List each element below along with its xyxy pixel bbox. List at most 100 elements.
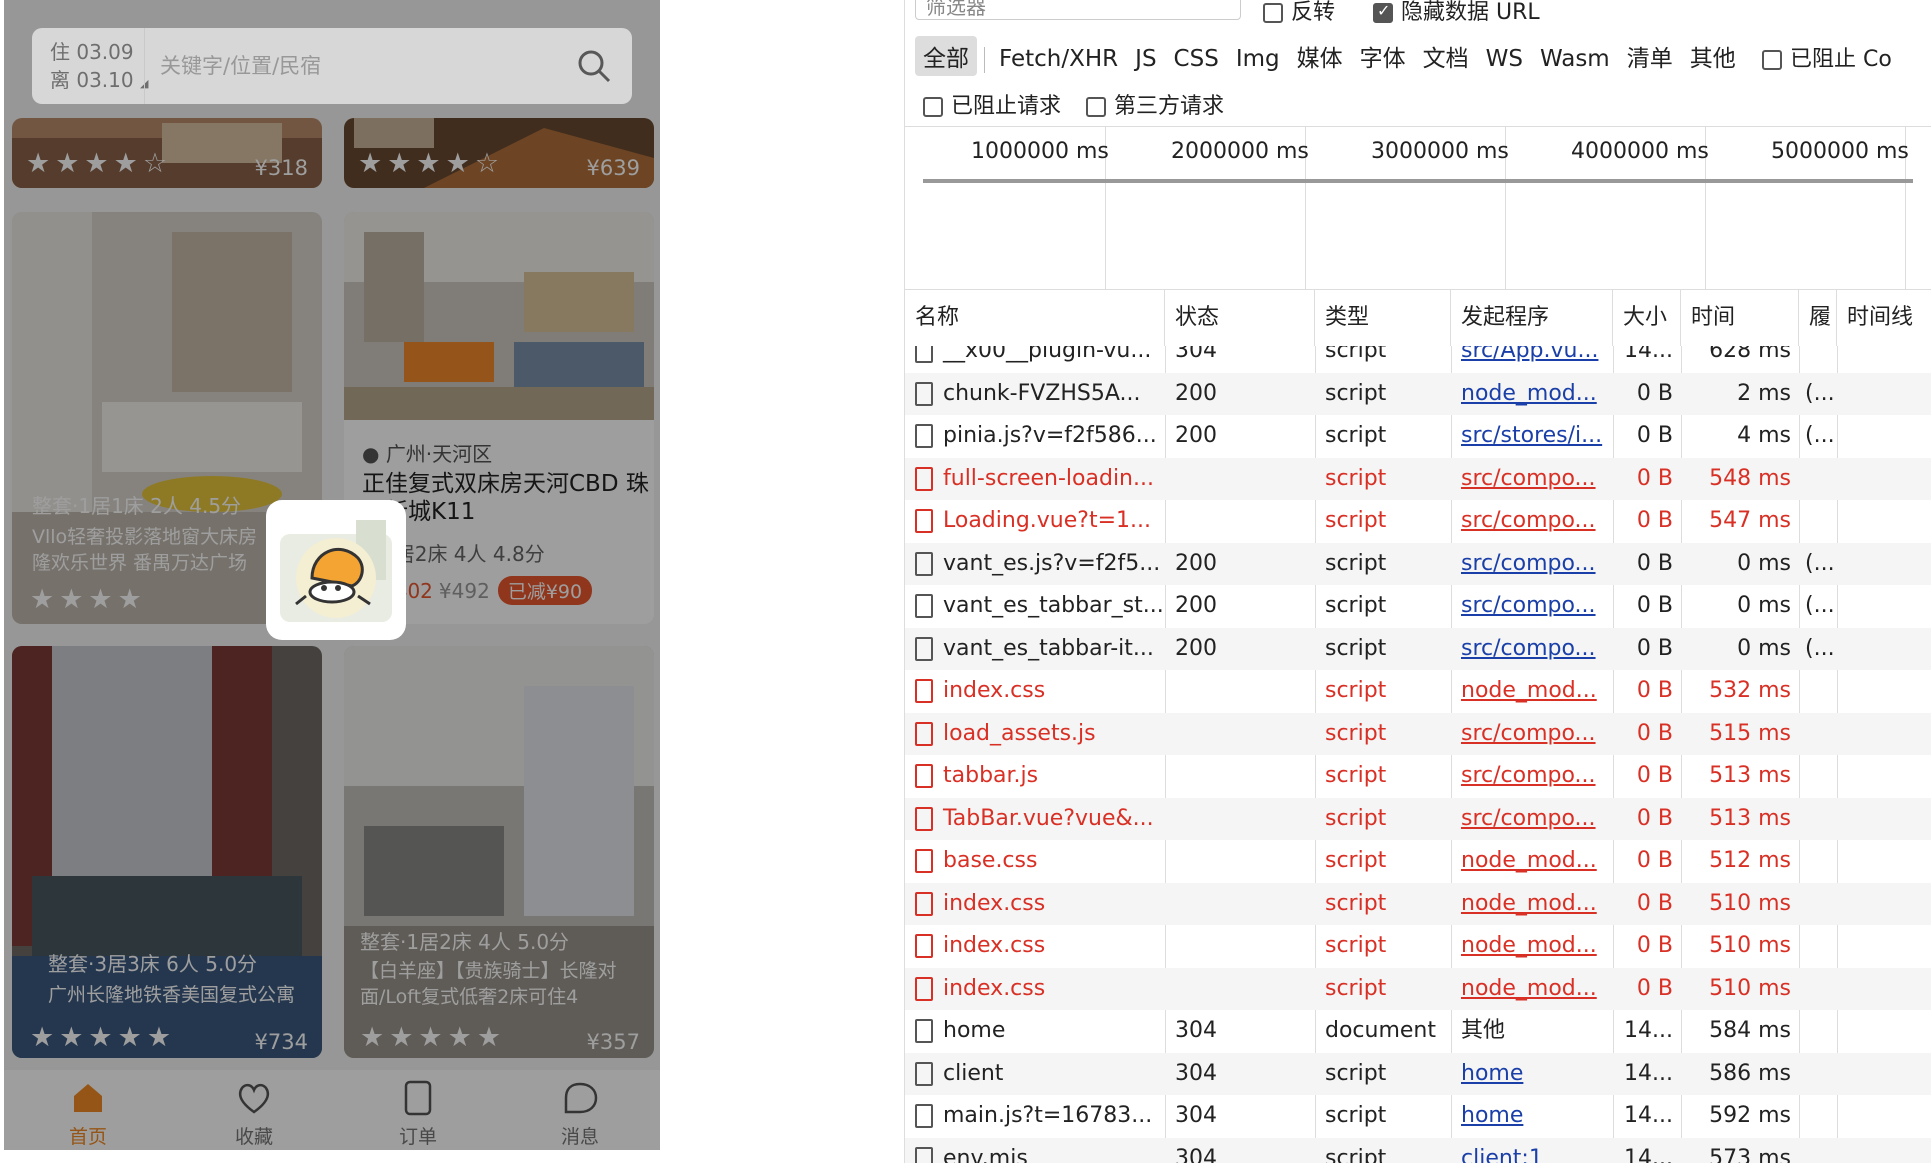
request-fulfilled — [1799, 840, 1837, 882]
col-time[interactable]: 时间 — [1681, 290, 1799, 346]
request-initiator[interactable]: src/compo... — [1451, 755, 1613, 797]
filter-css[interactable]: CSS — [1166, 43, 1227, 75]
request-name: chunk-FVZHS5A... — [905, 373, 1165, 415]
table-row[interactable]: index.css script node_mod... 0 B 510 ms — [905, 882, 1931, 925]
filter-manifest[interactable]: 清单 — [1619, 36, 1681, 76]
request-initiator[interactable]: node_mod... — [1451, 883, 1613, 925]
table-row[interactable]: env.mjs 304 script client:1 14... 573 ms — [905, 1137, 1931, 1163]
filter-wasm[interactable]: Wasm — [1532, 43, 1618, 75]
col-name[interactable]: 名称 — [905, 290, 1165, 346]
table-row[interactable]: vant_es.js?v=f2f5... 200 script src/compo..… — [905, 542, 1931, 585]
table-row[interactable]: chunk-FVZHS5A... 200 script node_mod... 0 B 2… — [905, 372, 1931, 415]
request-initiator[interactable]: src/stores/i... — [1451, 415, 1613, 457]
request-type: script — [1325, 635, 1387, 661]
request-time: 2 ms — [1737, 380, 1791, 406]
file-icon — [915, 1146, 933, 1163]
table-row[interactable]: tabbar.js script src/compo... 0 B 513 ms — [905, 755, 1931, 797]
blocked-cookies-checkbox[interactable]: 已阻止 Co — [1762, 47, 1892, 72]
request-status: 200 — [1175, 380, 1217, 406]
blocked-requests-checkbox[interactable]: 已阻止请求 — [923, 94, 1061, 119]
table-row[interactable]: Loading.vue?t=1... script src/compo... 0 B 5… — [905, 500, 1931, 542]
table-row[interactable]: vant_es_tabbar-it... 200 script src/compo..… — [905, 627, 1931, 670]
hide-data-url-checkbox[interactable]: 隐藏数据 URL — [1373, 0, 1540, 26]
request-name: index.css — [905, 670, 1165, 712]
table-row[interactable]: index.css script node_mod... 0 B 532 ms — [905, 670, 1931, 712]
request-status: 304 — [1175, 1060, 1217, 1086]
table-row[interactable]: full-screen-loadin... script src/compo... 0… — [905, 457, 1931, 500]
filter-all[interactable]: 全部 — [915, 36, 977, 76]
request-initiator[interactable]: src/compo... — [1451, 543, 1613, 585]
table-row[interactable]: vant_es_tabbar_st... 200 script src/compo..… — [905, 585, 1931, 627]
table-row[interactable]: index.css script node_mod... 0 B 510 ms — [905, 967, 1931, 1010]
request-size: 0 B — [1636, 975, 1673, 1001]
table-row[interactable]: main.js?t=16783... 304 script home 14... 592 … — [905, 1095, 1931, 1137]
request-type: script — [1325, 1145, 1387, 1163]
request-time: 510 ms — [1709, 975, 1791, 1001]
request-status — [1165, 883, 1315, 925]
request-time: 532 ms — [1709, 678, 1791, 703]
timeline-tick: 3000000 ms — [1371, 139, 1509, 164]
table-row[interactable]: TabBar.vue?vue&... script src/compo... 0 B 5… — [905, 797, 1931, 840]
request-initiator[interactable]: node_mod... — [1451, 373, 1613, 415]
filter-js[interactable]: JS — [1127, 43, 1164, 75]
request-name: __x00__plugin-vu... — [905, 346, 1165, 372]
filter-doc[interactable]: 文档 — [1415, 36, 1477, 76]
table-row[interactable]: client 304 script home 14... 586 ms — [905, 1052, 1931, 1095]
table-row[interactable]: base.css script node_mod... 0 B 512 ms — [905, 840, 1931, 882]
file-icon — [915, 594, 933, 618]
request-status — [1165, 840, 1315, 882]
request-fulfilled — [1799, 670, 1837, 712]
request-status — [1165, 500, 1315, 542]
table-row[interactable]: __x00__plugin-vu... 304 script src/App.vu..… — [905, 346, 1931, 372]
filter-ws[interactable]: WS — [1478, 43, 1531, 75]
request-initiator[interactable]: home — [1451, 1095, 1613, 1137]
search-input[interactable]: 关键字/位置/民宿 — [160, 50, 321, 80]
invert-checkbox[interactable]: 反转 — [1263, 0, 1335, 26]
network-overview-timeline[interactable]: 1000000 ms 2000000 ms 3000000 ms 4000000… — [905, 126, 1931, 291]
col-initiator[interactable]: 发起程序 — [1451, 290, 1613, 346]
filter-other[interactable]: 其他 — [1682, 36, 1744, 76]
search-bar: 住 03.09 离 03.10 ◢ 关键字/位置/民宿 — [32, 28, 632, 104]
file-icon — [915, 934, 933, 958]
request-initiator[interactable]: src/compo... — [1451, 500, 1613, 542]
request-initiator[interactable]: src/compo... — [1451, 798, 1613, 840]
request-initiator[interactable]: client:1 — [1451, 1138, 1613, 1163]
table-row[interactable]: index.css script node_mod... 0 B 510 ms — [905, 925, 1931, 967]
request-type: script — [1325, 423, 1387, 448]
table-row[interactable]: home 304 document 其他 14... 584 ms — [905, 1010, 1931, 1052]
request-name: vant_es_tabbar-it... — [905, 628, 1165, 670]
table-row[interactable]: load_assets.js script src/compo... 0 B 515 m… — [905, 712, 1931, 755]
request-initiator[interactable]: src/App.vu... — [1451, 346, 1613, 372]
col-type[interactable]: 类型 — [1315, 290, 1451, 346]
col-size[interactable]: 大小 — [1613, 290, 1681, 346]
request-initiator[interactable]: node_mod... — [1451, 968, 1613, 1010]
filter-img[interactable]: Img — [1228, 43, 1288, 75]
request-initiator[interactable]: node_mod... — [1451, 670, 1613, 712]
request-initiator[interactable]: home — [1451, 1053, 1613, 1095]
col-waterfall[interactable]: 时间线 — [1837, 290, 1931, 346]
filter-fetch-xhr[interactable]: Fetch/XHR — [991, 43, 1126, 75]
filter-media[interactable]: 媒体 — [1289, 36, 1351, 76]
request-type: script — [1325, 550, 1387, 576]
filter-font[interactable]: 字体 — [1352, 36, 1414, 76]
request-initiator[interactable]: src/compo... — [1451, 458, 1613, 500]
request-fulfilled — [1799, 968, 1837, 1010]
col-fulfilled[interactable]: 履 — [1799, 290, 1837, 346]
request-fulfilled — [1799, 458, 1837, 500]
request-initiator[interactable]: src/compo... — [1451, 628, 1613, 670]
request-time: 513 ms — [1709, 763, 1791, 788]
request-initiator[interactable]: src/compo... — [1451, 585, 1613, 627]
request-initiator[interactable]: node_mod... — [1451, 925, 1613, 967]
devtools-network-panel: 筛选器 反转 隐藏数据 URL 全部 Fetch/XHRJSCSSImg媒体字体文… — [904, 0, 1931, 1163]
table-row[interactable]: pinia.js?v=f2f586... 200 script src/stores/… — [905, 415, 1931, 457]
request-initiator[interactable]: src/compo... — [1451, 713, 1613, 755]
third-party-checkbox[interactable]: 第三方请求 — [1086, 94, 1224, 119]
col-status[interactable]: 状态 — [1165, 290, 1315, 346]
date-range[interactable]: 住 03.09 离 03.10 ◢ — [50, 38, 148, 98]
filter-input[interactable]: 筛选器 — [915, 0, 1241, 20]
request-size: 0 B — [1636, 423, 1673, 448]
search-icon[interactable] — [574, 46, 614, 86]
request-size: 0 B — [1636, 678, 1673, 703]
divider — [144, 28, 145, 104]
request-initiator[interactable]: node_mod... — [1451, 840, 1613, 882]
